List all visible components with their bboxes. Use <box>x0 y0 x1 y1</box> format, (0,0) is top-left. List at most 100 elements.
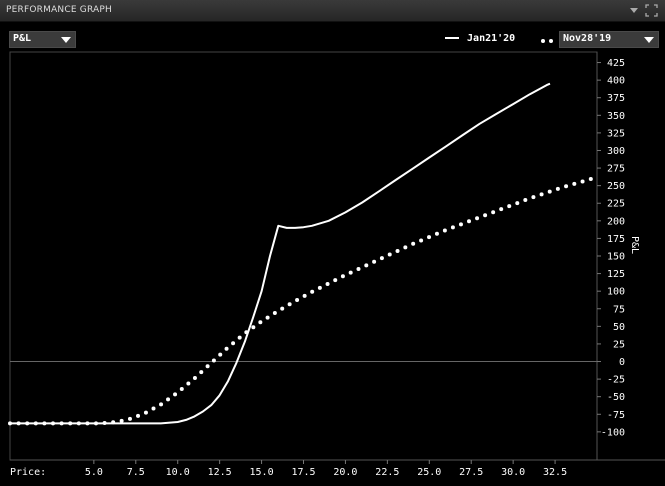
series-dot <box>68 421 73 426</box>
series-dot <box>76 421 81 426</box>
x-tick-label: 17.5 <box>291 467 315 478</box>
series-dot <box>8 421 12 426</box>
series-dot <box>442 228 447 233</box>
y-tick-label: 175 <box>607 234 625 245</box>
series-dot <box>523 198 528 203</box>
series-dot <box>127 416 132 421</box>
series-dot <box>419 238 424 243</box>
x-tick-label: 30.0 <box>501 467 525 478</box>
y-tick-label: 50 <box>613 322 625 333</box>
series-dot <box>564 184 569 189</box>
series-dot <box>379 256 384 261</box>
series-dot <box>531 195 536 200</box>
y-tick-label: 0 <box>619 357 625 368</box>
x-tick-label: 7.5 <box>127 467 145 478</box>
series-dot <box>302 293 307 298</box>
series-dot <box>25 421 30 426</box>
series-line-solid <box>10 82 551 425</box>
series-dot <box>348 270 353 275</box>
series-dotted <box>8 177 593 426</box>
series-dot <box>173 392 178 397</box>
y-tick-label: 425 <box>607 58 625 69</box>
series-dot <box>467 219 472 224</box>
series-dot <box>33 421 38 426</box>
series-dot <box>218 352 223 357</box>
series-dot <box>572 181 577 186</box>
y-tick-label: 150 <box>607 252 625 263</box>
series-dot <box>555 186 560 191</box>
y-tick-label: 375 <box>607 93 625 104</box>
y-tick-label: 125 <box>607 269 625 280</box>
series-dot <box>93 421 98 426</box>
x-tick-label: 25.0 <box>417 467 441 478</box>
y-axis-ticks: 4254003753503253002752502252001751501251… <box>597 58 625 438</box>
y-tick-label: -100 <box>601 427 625 438</box>
x-tick-label: 32.5 <box>543 467 567 478</box>
series-dot <box>136 413 141 418</box>
series-dot <box>237 335 242 340</box>
series-dot <box>295 297 300 302</box>
series-dot <box>317 285 322 290</box>
series-dot <box>59 421 64 426</box>
series-dot <box>411 241 416 246</box>
series-dot <box>258 320 263 325</box>
x-axis-title: Price: <box>10 467 46 478</box>
series-dot <box>119 418 124 423</box>
series-dot <box>580 179 585 184</box>
y-tick-label: -50 <box>607 392 625 403</box>
series-dot <box>333 278 338 283</box>
series-dot <box>340 274 345 279</box>
series-dot <box>16 421 21 426</box>
chart-series <box>8 82 597 426</box>
x-tick-label: 15.0 <box>250 467 274 478</box>
series-dot <box>224 346 229 351</box>
y-axis-title: P&L <box>629 236 640 254</box>
series-dot <box>434 231 439 236</box>
series-dot <box>205 364 210 369</box>
series-dot <box>475 216 480 221</box>
series-dot <box>265 315 270 320</box>
series-dot <box>427 235 432 240</box>
series-dot <box>395 248 400 253</box>
series-dot <box>272 311 277 316</box>
y-tick-label: 250 <box>607 181 625 192</box>
x-tick-label: 12.5 <box>208 467 232 478</box>
series-dot <box>588 177 593 182</box>
y-tick-label: 75 <box>613 304 625 315</box>
x-tick-label: 20.0 <box>333 467 357 478</box>
series-dot <box>547 189 552 194</box>
series-dot <box>372 259 377 264</box>
y-tick-label: 400 <box>607 76 625 87</box>
y-tick-label: 325 <box>607 128 625 139</box>
series-dot <box>192 375 197 380</box>
y-tick-label: 100 <box>607 287 625 298</box>
series-dot <box>356 266 361 271</box>
plot-area <box>9 51 598 461</box>
y-tick-label: 225 <box>607 199 625 210</box>
series-dot <box>491 210 496 215</box>
series-dot <box>450 225 455 230</box>
series-dot <box>403 245 408 250</box>
y-tick-label: 275 <box>607 164 625 175</box>
x-tick-label: 22.5 <box>375 467 399 478</box>
x-tick-label: 10.0 <box>166 467 190 478</box>
series-dot <box>280 306 285 311</box>
y-tick-label: -75 <box>607 410 625 421</box>
series-dot <box>42 421 47 426</box>
series-dot <box>159 402 164 407</box>
series-dot <box>251 325 256 330</box>
series-dot <box>186 381 191 386</box>
y-tick-label: 350 <box>607 111 625 122</box>
x-tick-label: 27.5 <box>459 467 483 478</box>
series-dot <box>111 420 116 425</box>
series-dot <box>199 370 204 375</box>
series-dot <box>85 421 90 426</box>
y-tick-label: 200 <box>607 216 625 227</box>
series-dot <box>458 222 463 227</box>
series-dot <box>231 341 236 346</box>
pnl-chart[interactable]: 5.0 7.5 10.0 12.5 15.0 17.5 20.0 22.5 25.0 27.5 30… <box>0 0 665 486</box>
y-tick-label: -25 <box>607 375 625 386</box>
series-dot <box>166 397 171 402</box>
series-dot <box>102 420 107 425</box>
series-dot <box>51 421 55 426</box>
